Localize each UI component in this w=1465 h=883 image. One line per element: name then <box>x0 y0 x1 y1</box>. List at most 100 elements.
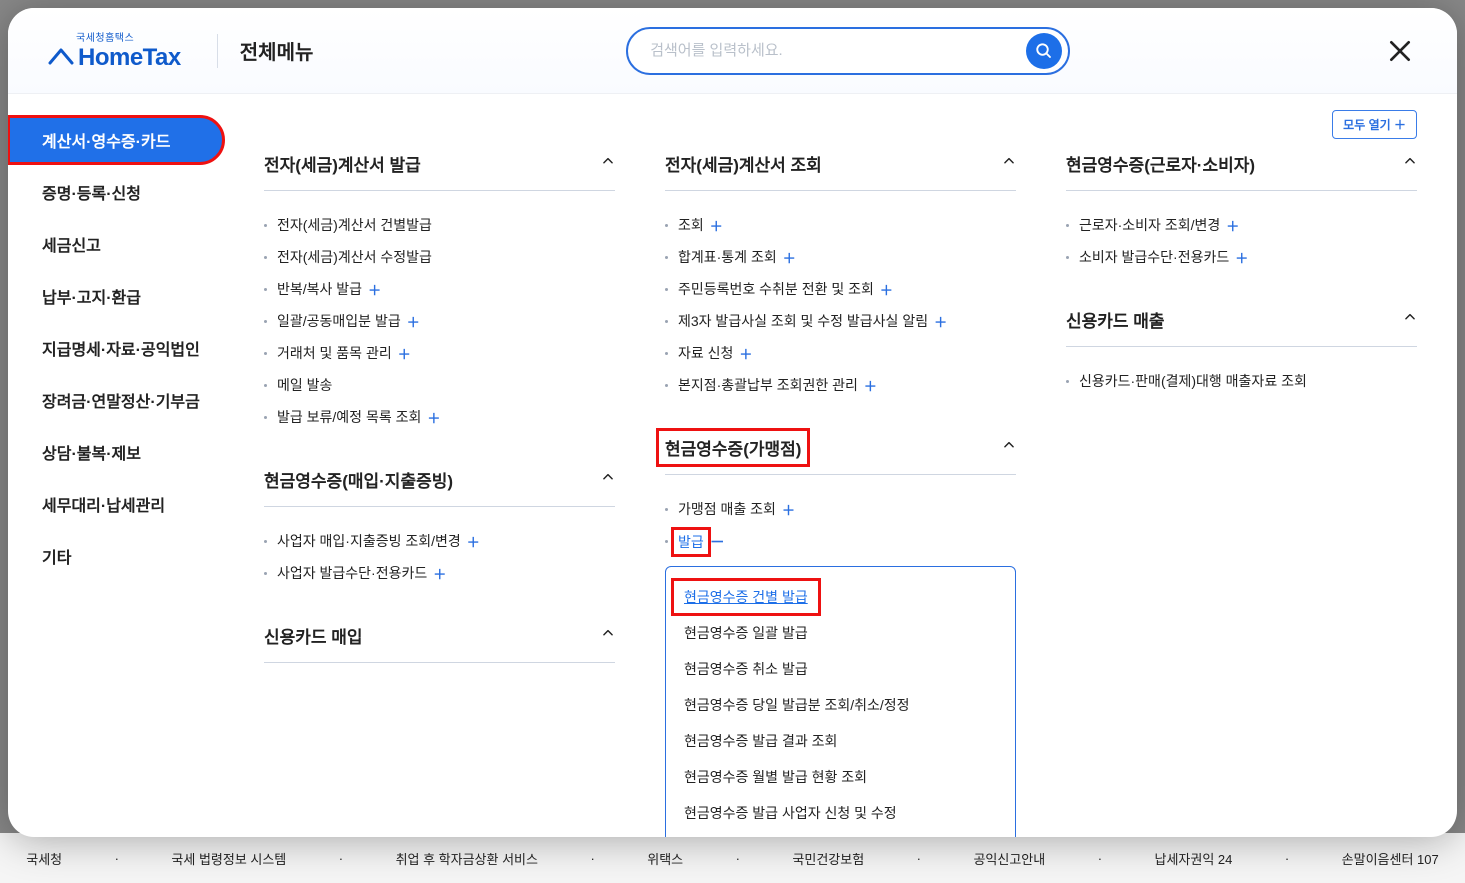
expand-icon: ＋ <box>783 248 796 267</box>
logo-text: HomeTax <box>48 44 181 72</box>
menu-item-label: 메일 발송 <box>277 375 332 395</box>
sidebar-item-1[interactable]: 증명·등록·신청 <box>8 168 224 216</box>
collapse-icon: － <box>710 531 725 552</box>
section-title: 신용카드 매입 <box>264 623 363 648</box>
menu-item[interactable]: 신용카드·판매(결제)대행 매출자료 조회 <box>1066 365 1417 397</box>
search-icon <box>1035 42 1053 60</box>
footer-link[interactable]: 국세청 <box>18 849 70 868</box>
section-header[interactable]: 신용카드 매입 <box>264 623 615 663</box>
menu-item[interactable]: 자료 신청＋ <box>665 337 1016 369</box>
menu-content: 모두 열기 ＋ 전자(세금)계산서 발급전자(세금)계산서 건별발급전자(세금)… <box>234 94 1457 837</box>
menu-item[interactable]: 사업자 발급수단·전용카드 ＋ <box>264 557 615 589</box>
page-title: 전체메뉴 <box>240 36 314 65</box>
menu-item-label: 반복/복사 발급 <box>277 279 362 299</box>
sidebar-item-2[interactable]: 세금신고 <box>8 220 224 268</box>
menu-item[interactable]: 사업자 매입·지출증빙 조회/변경＋ <box>264 525 615 557</box>
section-header[interactable]: 현금영수증(근로자·소비자) <box>1066 151 1417 191</box>
search-box[interactable] <box>626 27 1070 75</box>
expand-icon: ＋ <box>782 500 795 519</box>
menu-item-label: 사업자 발급수단·전용카드 <box>277 563 427 583</box>
logo[interactable]: 국세청홈택스 HomeTax <box>48 29 181 72</box>
menu-item[interactable]: 조회 ＋ <box>665 209 1016 241</box>
header-divider <box>217 34 218 68</box>
submenu-item[interactable]: 현금영수증 취소 발급 <box>684 651 997 687</box>
submenu-item[interactable]: 현금영수증 발급 결과 조회 <box>684 723 997 759</box>
expand-icon: ＋ <box>1226 216 1239 235</box>
chevron-up-icon <box>601 626 615 640</box>
section-header[interactable]: 전자(세금)계산서 발급 <box>264 151 615 191</box>
expand-icon: ＋ <box>433 564 446 583</box>
footer-link[interactable]: 납세자권익 24 <box>1147 849 1241 868</box>
sidebar-item-3[interactable]: 납부·고지·환급 <box>8 272 224 320</box>
expand-icon: ＋ <box>864 376 877 395</box>
sidebar-item-5[interactable]: 장려금·연말정산·기부금 <box>8 376 224 424</box>
submenu-item[interactable]: 현금영수증 당일 발급분 조회/취소/정정 <box>684 687 997 723</box>
footer-link[interactable]: 국세 법령정보 시스템 <box>163 849 294 868</box>
section-header[interactable]: 신용카드 매출 <box>1066 307 1417 347</box>
category-sidebar: 계산서·영수증·카드증명·등록·신청세금신고납부·고지·환급지급명세·자료·공익… <box>8 94 234 837</box>
sidebar-item-0[interactable]: 계산서·영수증·카드 <box>8 116 224 164</box>
menu-item[interactable]: 합계표·통계 조회 ＋ <box>665 241 1016 273</box>
submenu-item[interactable]: 현금영수증 건별 발급 <box>674 581 818 613</box>
menu-item[interactable]: 반복/복사 발급 ＋ <box>264 273 615 305</box>
chevron-up-icon <box>1403 154 1417 168</box>
expand-icon: ＋ <box>710 216 723 235</box>
footer-link[interactable]: 취업 후 학자금상환 서비스 <box>388 849 546 868</box>
footer-link[interactable]: 국민건강보험 <box>784 849 872 868</box>
submenu-item[interactable]: 현금영수증 일괄 발급 <box>684 615 997 651</box>
menu-item[interactable]: 제3자 발급사실 조회 및 수정 발급사실 알림 ＋ <box>665 305 1016 337</box>
sidebar-item-4[interactable]: 지급명세·자료·공익법인 <box>8 324 224 372</box>
chevron-up-icon <box>601 154 615 168</box>
menu-item-label: 일괄/공동매입분 발급 <box>277 311 401 331</box>
menu-item-label: 합계표·통계 조회 <box>678 247 777 267</box>
menu-item-label: 본지점·총괄납부 조회권한 관리 <box>678 375 858 395</box>
sidebar-item-8[interactable]: 기타 <box>8 532 224 580</box>
menu-item-label: 주민등록번호 수취분 전환 및 조회 <box>678 279 874 299</box>
menu-item[interactable]: 발급－ <box>665 525 1016 558</box>
menu-item[interactable]: 전자(세금)계산서 건별발급 <box>264 209 615 241</box>
menu-item-label: 사업자 매입·지출증빙 조회/변경 <box>277 531 461 551</box>
submenu-item[interactable]: 현금영수증 월별 발급 현황 조회 <box>684 759 997 795</box>
menu-item-label: 전자(세금)계산서 수정발급 <box>277 247 432 267</box>
modal-header: 국세청홈택스 HomeTax 전체메뉴 <box>8 8 1457 94</box>
footer-link[interactable]: 공익신고안내 <box>965 849 1053 868</box>
full-menu-modal: 국세청홈택스 HomeTax 전체메뉴 계산서·영수증·카드증명·등록·신청세금… <box>8 8 1457 837</box>
menu-item[interactable]: 소비자 발급수단·전용카드＋ <box>1066 241 1417 273</box>
expand-icon: ＋ <box>934 312 947 331</box>
menu-item-label: 신용카드·판매(결제)대행 매출자료 조회 <box>1079 371 1307 391</box>
section-title: 현금영수증(매입·지출증빙) <box>264 467 453 492</box>
footer-link[interactable]: 손말이음센터 107 <box>1334 849 1447 868</box>
sidebar-item-7[interactable]: 세무대리·납세관리 <box>8 480 224 528</box>
menu-item[interactable]: 전자(세금)계산서 수정발급 <box>264 241 615 273</box>
sidebar-item-6[interactable]: 상담·불복·제보 <box>8 428 224 476</box>
expand-icon: ＋ <box>398 344 411 363</box>
menu-item[interactable]: 거래처 및 품목 관리 ＋ <box>264 337 615 369</box>
expand-all-button[interactable]: 모두 열기 ＋ <box>1332 110 1417 139</box>
footer-link[interactable]: 위택스 <box>639 849 691 868</box>
section-header[interactable]: 현금영수증(가맹점) <box>665 435 1016 475</box>
menu-item[interactable]: 근로자·소비자 조회/변경＋ <box>1066 209 1417 241</box>
search-button[interactable] <box>1026 33 1062 69</box>
menu-item-label: 제3자 발급사실 조회 및 수정 발급사실 알림 <box>678 311 928 331</box>
menu-item[interactable]: 본지점·총괄납부 조회권한 관리 ＋ <box>665 369 1016 401</box>
chevron-up-icon <box>601 470 615 484</box>
menu-item[interactable]: 가맹점 매출 조회＋ <box>665 493 1016 525</box>
menu-item[interactable]: 일괄/공동매입분 발급 ＋ <box>264 305 615 337</box>
house-icon <box>48 47 74 65</box>
expand-icon: ＋ <box>427 408 440 427</box>
section-header[interactable]: 현금영수증(매입·지출증빙) <box>264 467 615 507</box>
section-title: 현금영수증(근로자·소비자) <box>1066 151 1255 176</box>
submenu-item[interactable]: 현금영수증 발급 사업자 신청 및 수정 <box>684 795 997 831</box>
menu-item-label: 조회 <box>678 215 704 235</box>
menu-item[interactable]: 주민등록번호 수취분 전환 및 조회＋ <box>665 273 1016 305</box>
menu-item[interactable]: 메일 발송 <box>264 369 615 401</box>
menu-item[interactable]: 발급 보류/예정 목록 조회＋ <box>264 401 615 433</box>
expand-icon: ＋ <box>407 312 420 331</box>
chevron-up-icon <box>1403 310 1417 324</box>
close-button[interactable] <box>1383 34 1417 68</box>
expand-icon: ＋ <box>368 280 381 299</box>
section-header[interactable]: 전자(세금)계산서 조회 <box>665 151 1016 191</box>
chevron-up-icon <box>1002 154 1016 168</box>
search-input[interactable] <box>650 42 1026 59</box>
menu-item-label: 거래처 및 품목 관리 <box>277 343 392 363</box>
